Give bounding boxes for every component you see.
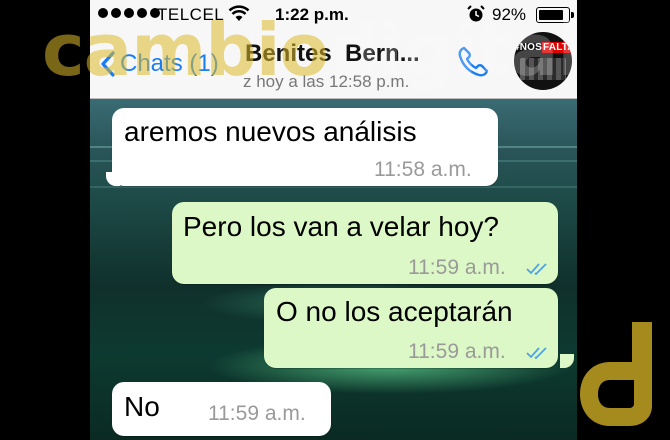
double-check-icon	[526, 263, 547, 276]
message-bubble-outgoing[interactable]: O no los aceptarán 11:59 a.m.	[264, 288, 558, 368]
message-text: O no los aceptarán	[276, 296, 513, 327]
message-bubble-outgoing[interactable]: Pero los van a velar hoy? 11:59 a.m.	[172, 202, 558, 284]
message-text: aremos nuevos análisis	[124, 116, 417, 147]
message-bubble-incoming[interactable]: aremos nuevos análisis 11:58 a.m.	[112, 108, 498, 186]
message-text: No	[124, 391, 160, 422]
double-check-icon	[526, 347, 547, 360]
message-timestamp: 11:58 a.m.	[374, 158, 472, 181]
cambio-digital-watermark: cambiodigital	[42, 8, 582, 92]
message-timestamp: 11:59 a.m.	[408, 340, 506, 363]
message-timestamp: 11:59 a.m.	[408, 256, 506, 279]
message-bubble-incoming[interactable]: No 11:59 a.m.	[112, 382, 331, 436]
message-timestamp: 11:59 a.m.	[208, 402, 306, 425]
message-text: Pero los van a velar hoy?	[183, 211, 499, 242]
cambio-digital-logo	[580, 322, 652, 426]
